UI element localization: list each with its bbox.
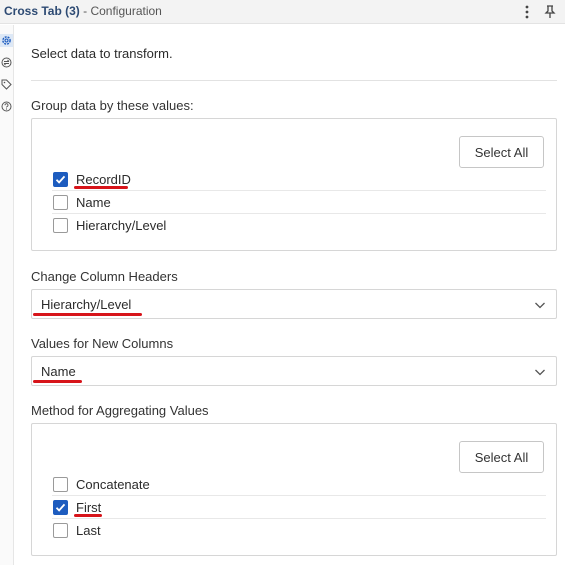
checkbox-label: Concatenate	[76, 477, 150, 492]
window-title: Cross Tab (3) - Configuration	[4, 4, 162, 18]
left-rail	[0, 25, 14, 565]
aggregation-label: Method for Aggregating Values	[31, 403, 209, 418]
dropdown-value: Hierarchy/Level	[41, 297, 132, 312]
annotation-underline	[33, 380, 82, 383]
group-select-all-button[interactable]: Select All	[459, 136, 544, 168]
new-columns-label: Values for New Columns	[31, 336, 174, 351]
intro-text: Select data to transform.	[31, 46, 173, 61]
checkbox-label: Last	[76, 523, 101, 538]
checkbox-label: Name	[76, 195, 111, 210]
group-item-hierarchy-level[interactable]: Hierarchy/Level	[52, 214, 546, 237]
chevron-down-icon	[535, 302, 545, 309]
column-headers-label: Change Column Headers	[31, 269, 178, 284]
tag-icon[interactable]	[0, 78, 13, 91]
dropdown-value: Name	[41, 364, 76, 379]
aggregation-item-last[interactable]: Last	[52, 519, 546, 542]
group-values-panel: Select All RecordID Name Hierarchy/Level	[31, 118, 557, 251]
checkbox-unchecked[interactable]	[53, 523, 68, 538]
annotation-underline	[74, 514, 102, 517]
aggregation-select-all-button[interactable]: Select All	[459, 441, 544, 473]
divider	[31, 80, 557, 81]
aggregation-panel: Select All Concatenate First Last	[31, 423, 557, 556]
annotation-underline	[33, 313, 142, 316]
checkbox-checked[interactable]	[53, 172, 68, 187]
title-bar: Cross Tab (3) - Configuration	[0, 0, 565, 24]
pin-icon[interactable]	[542, 3, 558, 21]
chevron-down-icon	[535, 369, 545, 376]
aggregation-item-first[interactable]: First	[52, 496, 546, 519]
checkbox-label: First	[76, 500, 102, 515]
group-section-label: Group data by these values:	[31, 98, 194, 113]
gear-icon[interactable]	[0, 34, 13, 47]
checkbox-label: RecordID	[76, 172, 131, 187]
help-icon[interactable]	[0, 100, 13, 113]
new-columns-dropdown[interactable]: Name	[31, 356, 557, 386]
arrows-icon[interactable]	[0, 56, 13, 69]
group-item-name[interactable]: Name	[52, 191, 546, 214]
checkbox-unchecked[interactable]	[53, 218, 68, 233]
checkbox-unchecked[interactable]	[53, 195, 68, 210]
more-vertical-icon[interactable]	[519, 3, 535, 21]
checkbox-unchecked[interactable]	[53, 477, 68, 492]
annotation-underline	[74, 186, 128, 189]
aggregation-item-concatenate[interactable]: Concatenate	[52, 473, 546, 496]
title-subtitle: - Configuration	[79, 4, 162, 18]
checkbox-label: Hierarchy/Level	[76, 218, 167, 233]
checkbox-checked[interactable]	[53, 500, 68, 515]
tool-name: Cross Tab (3)	[4, 4, 80, 18]
